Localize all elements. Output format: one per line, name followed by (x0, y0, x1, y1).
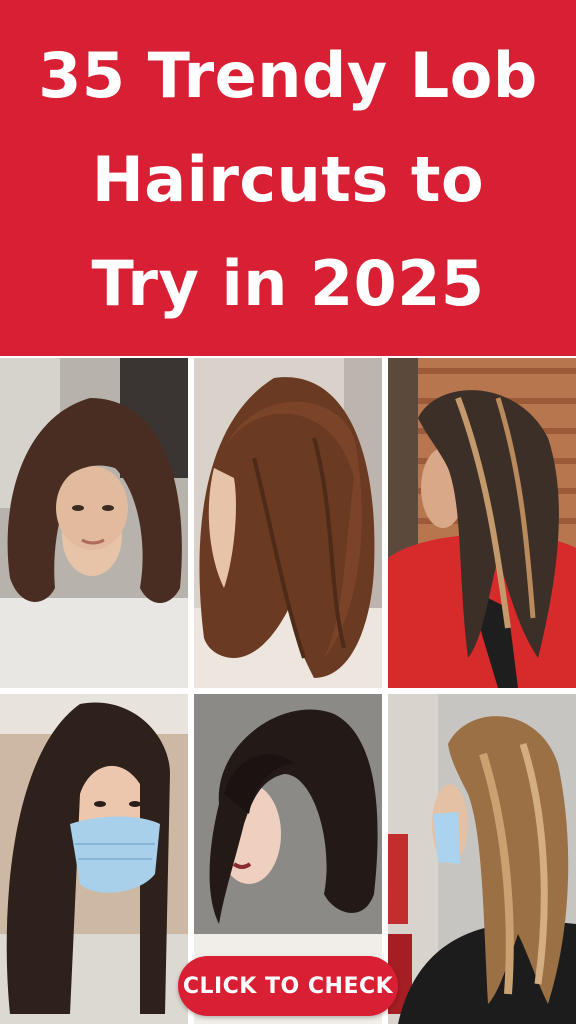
title-line-3: Try in 2025 (91, 247, 485, 320)
photo-wavy-dark-bob (0, 358, 188, 688)
photo-straight-dark-lob (0, 694, 188, 1024)
photo-highlighted-angled-lob (388, 358, 576, 688)
title-line-1: 35 Trendy Lob (38, 39, 538, 112)
photo-wavy-chestnut-lob (194, 358, 382, 688)
click-to-check-button[interactable]: CLICK TO CHECK (178, 956, 398, 1016)
title-banner: 35 Trendy Lob Haircuts to Try in 2025 (0, 0, 576, 356)
photo-blonde-balayage-lob (388, 694, 576, 1024)
photo-grid (0, 358, 576, 1024)
title-line-2: Haircuts to (91, 143, 485, 216)
